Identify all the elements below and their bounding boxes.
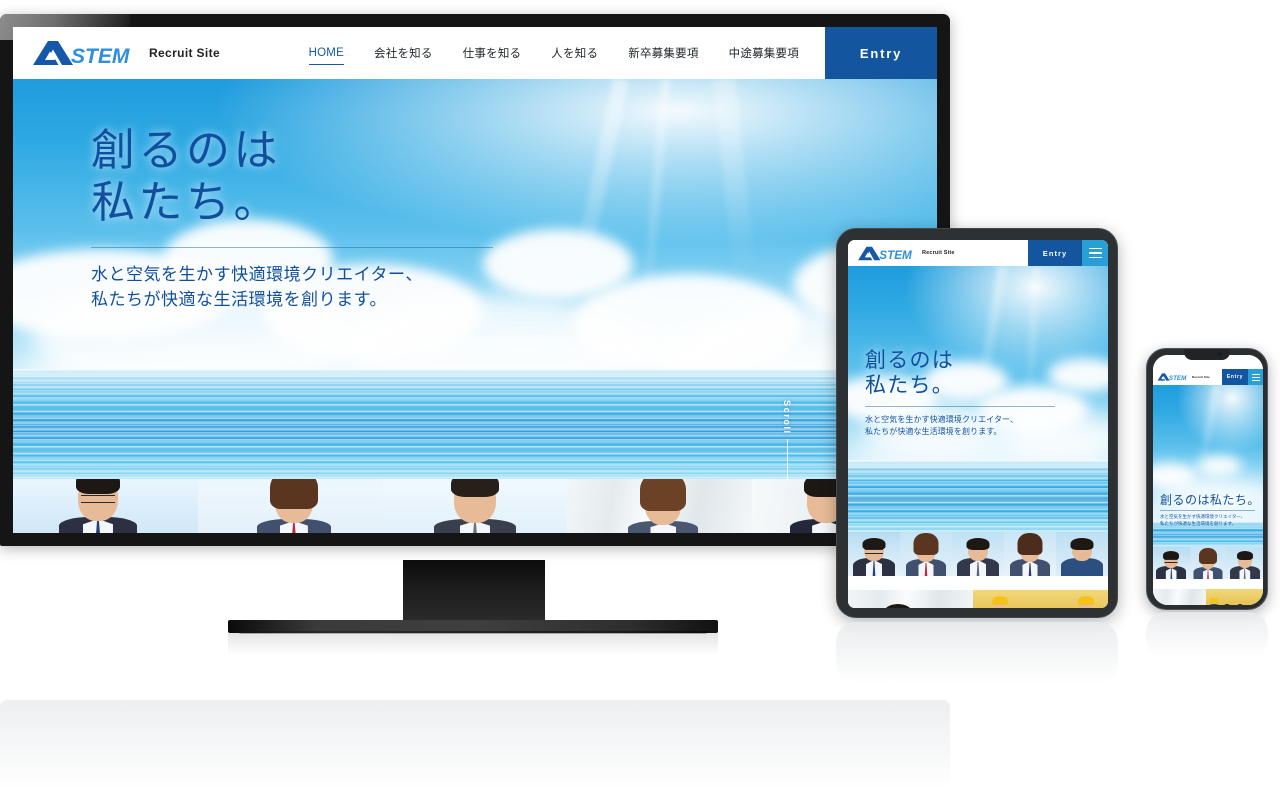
photo-cell[interactable]	[1189, 547, 1227, 579]
hero-title-tablet: 創るのは 私たち。	[865, 348, 955, 397]
photo-cell[interactable]	[952, 532, 1004, 576]
tablet-body: STEM Recruit Site Entry 創るのは 私たち。 水と空気を生…	[836, 228, 1118, 618]
nav-item-midcareer[interactable]: 中途募集要項	[729, 45, 799, 61]
photo-cell[interactable]	[1226, 547, 1263, 579]
main-nav-desktop: HOME 会社を知る 仕事を知る 人を知る 新卒募集要項 中途募集要項	[308, 45, 799, 65]
site-header-tablet: STEM Recruit Site Entry	[848, 240, 1108, 266]
phone-notch	[1184, 349, 1230, 360]
photo-cell[interactable]	[13, 479, 198, 533]
photo-cell[interactable]	[1056, 532, 1108, 576]
device-phone: STEM Recruit Site Entry 創るのは私たち。 水と空気を生か…	[1146, 348, 1268, 610]
hero-phone: 創るのは私たち。 水と空気を生かす快適環境クリエイター、 私たちが快適な生活環境…	[1153, 385, 1263, 547]
monitor-base-reflection	[228, 633, 718, 655]
monitor-floor-reflection	[0, 700, 950, 790]
photo-cell[interactable]	[848, 590, 973, 608]
device-desktop-monitor: STEM Recruit Site HOME 会社を知る 仕事を知る 人を知る …	[0, 14, 950, 655]
photo-cell[interactable]	[1153, 589, 1206, 605]
hero-subtitle-desktop: 水と空気を生かす快適環境クリエイター、 私たちが快適な生活環境を創ります。	[91, 264, 423, 310]
front-camera-icon	[1218, 352, 1222, 356]
scroll-label: Scroll	[782, 400, 792, 435]
brand-tagline-desktop: Recruit Site	[149, 46, 221, 60]
secondary-photo-strip-tablet	[848, 590, 1108, 608]
entry-button-phone[interactable]: Entry	[1222, 369, 1248, 385]
brand-logo-phone[interactable]: STEM Recruit Site	[1153, 373, 1210, 381]
site-header-desktop: STEM Recruit Site HOME 会社を知る 仕事を知る 人を知る …	[13, 27, 937, 79]
hero-tablet: 創るのは 私たち。 水と空気を生かす快適環境クリエイター、 私たちが快適な生活環…	[848, 266, 1108, 532]
entry-button-tablet[interactable]: Entry	[1028, 240, 1082, 266]
brand-tagline-phone: Recruit Site	[1192, 375, 1210, 379]
photo-cell[interactable]	[1205, 589, 1263, 605]
nav-item-home[interactable]: HOME	[308, 47, 345, 65]
hero-copy-desktop: 創るのは 私たち。 水と空気を生かす快適環境クリエイター、 私たちが快適な生活環…	[91, 125, 493, 313]
people-photo-strip-tablet	[848, 532, 1108, 576]
photo-cell[interactable]	[900, 532, 952, 576]
hero-subtitle-phone: 水と空気を生かす快適環境クリエイター、 私たちが快適な生活環境を創ります。	[1160, 514, 1246, 526]
photo-cell[interactable]	[1153, 547, 1190, 579]
monitor-bezel: STEM Recruit Site HOME 会社を知る 仕事を知る 人を知る …	[0, 14, 950, 546]
photo-cell[interactable]	[567, 479, 753, 533]
website-phone: STEM Recruit Site Entry 創るのは私たち。 水と空気を生か…	[1153, 355, 1263, 605]
svg-text:STEM: STEM	[1169, 375, 1187, 381]
svg-text:STEM: STEM	[879, 249, 912, 261]
people-photo-strip-desktop	[13, 479, 937, 533]
entry-button-desktop[interactable]: Entry	[825, 27, 937, 79]
scroll-indicator-desktop[interactable]: Scroll	[782, 400, 792, 479]
site-header-phone: STEM Recruit Site Entry	[1153, 369, 1263, 385]
people-photo-strip-phone	[1153, 547, 1263, 579]
monitor-screen: STEM Recruit Site HOME 会社を知る 仕事を知る 人を知る …	[13, 27, 937, 533]
monitor-stand-base	[228, 620, 718, 634]
hamburger-menu-icon[interactable]	[1248, 369, 1263, 385]
photo-cell[interactable]	[382, 479, 568, 533]
nav-item-newgrad[interactable]: 新卒募集要項	[628, 45, 698, 61]
website-tablet: STEM Recruit Site Entry 創るのは 私たち。 水と空気を生…	[848, 240, 1108, 608]
tablet-screen: STEM Recruit Site Entry 創るのは 私たち。 水と空気を生…	[848, 240, 1108, 608]
secondary-photo-strip-phone	[1153, 589, 1263, 605]
hamburger-menu-icon[interactable]	[1082, 240, 1108, 266]
hero-divider-tablet	[865, 405, 1055, 407]
svg-text:STEM: STEM	[71, 45, 130, 66]
responsive-mockup-stage: STEM Recruit Site HOME 会社を知る 仕事を知る 人を知る …	[0, 0, 1280, 790]
hero-desktop: 創るのは 私たち。 水と空気を生かす快適環境クリエイター、 私たちが快適な生活環…	[13, 79, 937, 479]
device-tablet: STEM Recruit Site Entry 創るのは 私たち。 水と空気を生…	[836, 228, 1118, 618]
nav-item-people[interactable]: 人を知る	[551, 45, 598, 61]
section-gap-phone	[1153, 579, 1263, 589]
monitor-stand-neck	[403, 560, 545, 622]
hero-divider-desktop	[91, 246, 493, 248]
photo-cell[interactable]	[1004, 532, 1056, 576]
section-gap-tablet	[848, 576, 1108, 590]
website-desktop: STEM Recruit Site HOME 会社を知る 仕事を知る 人を知る …	[13, 27, 937, 533]
photo-cell[interactable]	[197, 479, 383, 533]
hero-title-desktop: 創るのは 私たち。	[91, 126, 282, 227]
phone-screen: STEM Recruit Site Entry 創るのは私たち。 水と空気を生か…	[1153, 355, 1263, 605]
phone-floor-reflection	[1146, 612, 1268, 658]
astem-logo-icon: STEM	[33, 41, 130, 66]
brand-logo-tablet[interactable]: STEM Recruit Site	[848, 246, 955, 261]
hero-title-phone: 創るのは私たち。	[1160, 493, 1260, 507]
astem-logo-icon: STEM	[1157, 373, 1187, 381]
photo-cell[interactable]	[848, 532, 900, 576]
nav-item-work[interactable]: 仕事を知る	[463, 45, 522, 61]
photo-cell[interactable]	[972, 590, 1108, 608]
hero-subtitle-tablet: 水と空気を生かす快適環境クリエイター、 私たちが快適な生活環境を創ります。	[865, 414, 1019, 436]
brand-tagline-tablet: Recruit Site	[922, 250, 955, 256]
tablet-floor-reflection	[836, 622, 1118, 684]
astem-logo-icon: STEM	[858, 246, 912, 261]
brand-logo-desktop[interactable]: STEM Recruit Site	[13, 40, 220, 66]
hero-divider-phone	[1160, 510, 1255, 512]
nav-item-company[interactable]: 会社を知る	[374, 45, 433, 61]
phone-body: STEM Recruit Site Entry 創るのは私たち。 水と空気を生か…	[1146, 348, 1268, 610]
